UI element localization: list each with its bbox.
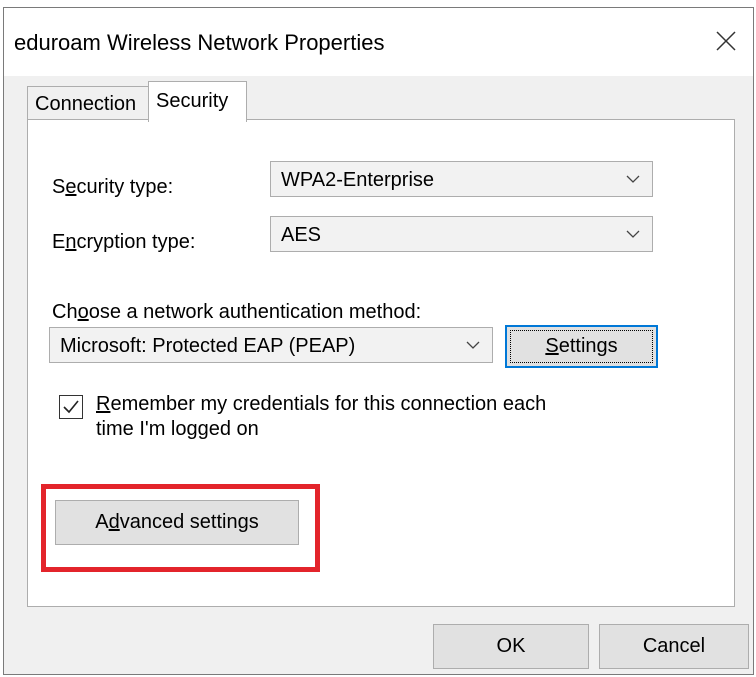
security-type-value: WPA2-Enterprise (281, 169, 435, 191)
encryption-type-label: Encryption type: (52, 231, 196, 253)
encryption-type-select[interactable]: AES (270, 216, 653, 252)
tab-security[interactable]: Security (148, 81, 247, 122)
properties-dialog: eduroam Wireless Network Properties Conn… (3, 7, 754, 675)
title-bar: eduroam Wireless Network Properties (4, 8, 753, 76)
remember-credentials-checkbox[interactable] (59, 395, 83, 419)
dialog-title: eduroam Wireless Network Properties (14, 30, 385, 55)
close-button[interactable] (709, 24, 743, 58)
auth-method-value: Microsoft: Protected EAP (PEAP) (60, 335, 356, 357)
security-type-select[interactable]: WPA2-Enterprise (270, 161, 653, 197)
ok-button[interactable]: OK (433, 624, 589, 669)
encryption-type-value: AES (281, 224, 322, 246)
settings-button[interactable]: Settings (505, 325, 658, 368)
checkmark-icon (63, 400, 79, 414)
settings-button-label: Settings (545, 335, 618, 357)
close-icon (716, 31, 736, 51)
chevron-down-icon (626, 230, 640, 238)
tab-connection[interactable]: Connection (27, 86, 149, 120)
auth-method-label: Choose a network authentication method: (52, 301, 422, 323)
highlight-box (41, 484, 320, 572)
auth-method-select[interactable]: Microsoft: Protected EAP (PEAP) (49, 327, 493, 363)
chevron-down-icon (466, 341, 480, 349)
chevron-down-icon (626, 175, 640, 183)
security-type-label: Security type: (52, 176, 174, 198)
cancel-button[interactable]: Cancel (599, 624, 749, 669)
remember-credentials-label[interactable]: Remember my credentials for this connect… (96, 392, 616, 442)
